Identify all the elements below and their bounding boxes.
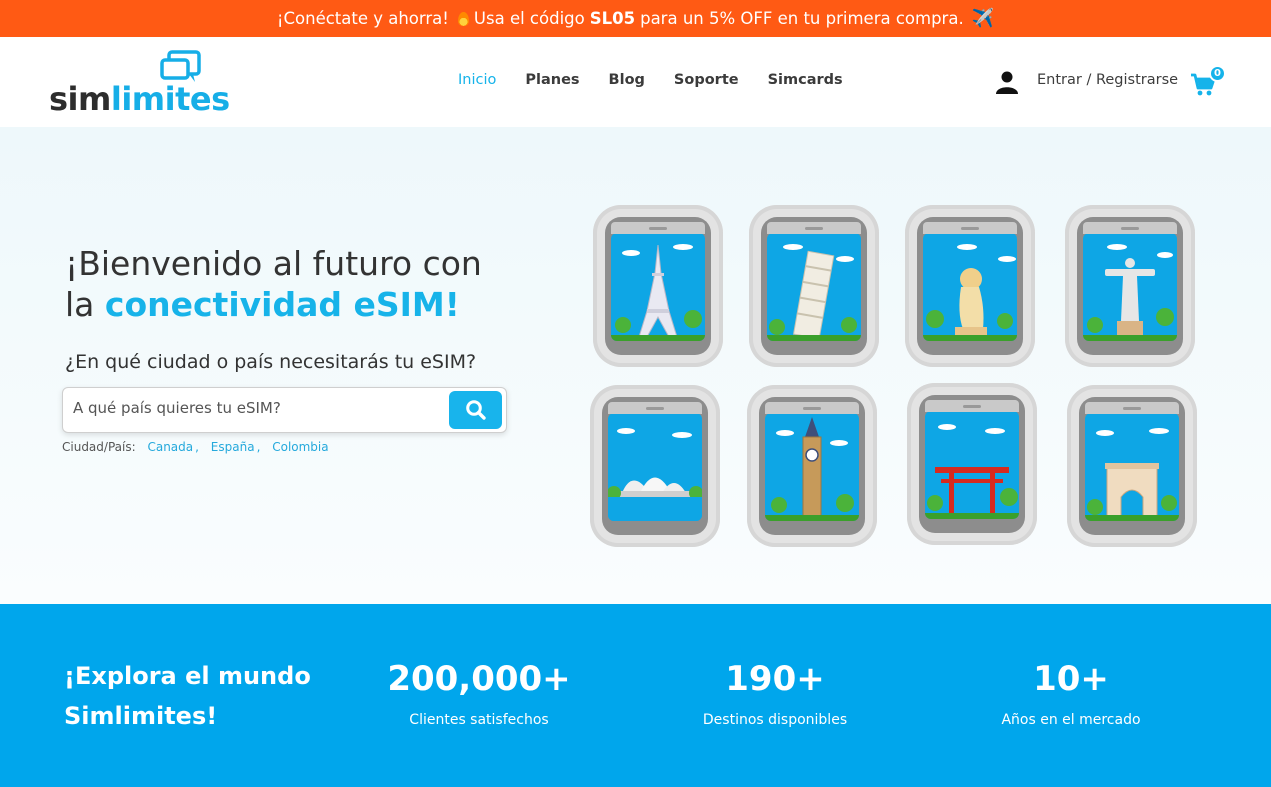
stat-value: 190+ bbox=[725, 659, 825, 699]
nav-item-soporte[interactable]: Soporte bbox=[674, 72, 739, 88]
stats-heading-line2: Simlimites! bbox=[64, 702, 218, 730]
hero-section: ¡Bienvenido al futuro con la conectivida… bbox=[0, 127, 1271, 604]
promo-text-start: ¡Conéctate y ahorra! bbox=[276, 9, 449, 28]
arc-de-triomphe-icon bbox=[1085, 428, 1179, 521]
stat-label: Clientes satisfechos bbox=[409, 712, 549, 728]
window-eiffel-tower bbox=[593, 205, 723, 367]
country-search bbox=[62, 387, 507, 433]
hero-title-highlight: conectividad eSIM! bbox=[104, 285, 460, 324]
suggested-cities: Ciudad/País: Canada, España, Colombia bbox=[62, 440, 329, 454]
nav-item-planes[interactable]: Planes bbox=[525, 72, 579, 88]
stats-section: ¡Explora el mundo Simlimites! 200,000+ C… bbox=[0, 604, 1271, 787]
logo[interactable]: simlimites bbox=[49, 50, 230, 118]
nav-item-inicio[interactable]: Inicio bbox=[458, 72, 496, 88]
promo-text-middle: Usa el código bbox=[473, 9, 585, 28]
eiffel-tower-icon bbox=[611, 244, 705, 341]
user-icon[interactable] bbox=[995, 70, 1019, 94]
main-nav: Inicio Planes Blog Soporte Simcards bbox=[458, 72, 843, 88]
city-link-canada[interactable]: Canada bbox=[147, 440, 193, 454]
christ-redeemer-icon bbox=[1083, 244, 1177, 341]
promo-text-end: para un 5% OFF en tu primera compra. bbox=[640, 9, 964, 28]
stat-label: Años en el mercado bbox=[1001, 712, 1141, 728]
window-arc-de-triomphe bbox=[1067, 385, 1197, 547]
merlion-icon bbox=[923, 244, 1017, 341]
stat-years: 10+ Años en el mercado bbox=[951, 658, 1191, 728]
big-ben-icon bbox=[765, 417, 859, 521]
cart-count-badge: 0 bbox=[1209, 65, 1226, 82]
search-icon bbox=[465, 400, 486, 420]
window-leaning-tower bbox=[749, 205, 879, 367]
stat-clients: 200,000+ Clientes satisfechos bbox=[359, 658, 599, 728]
promo-code: SL05 bbox=[589, 9, 636, 28]
airplane-icon: ✈️ bbox=[971, 8, 995, 29]
city-link-espana[interactable]: España bbox=[211, 440, 255, 454]
nav-item-blog[interactable]: Blog bbox=[609, 72, 645, 88]
logo-text-limites: limites bbox=[110, 80, 230, 118]
logo-text: simlimites bbox=[49, 80, 230, 118]
logo-text-sim: sim bbox=[49, 80, 111, 118]
stat-destinations: 190+ Destinos disponibles bbox=[655, 658, 895, 728]
nav-item-simcards[interactable]: Simcards bbox=[768, 72, 843, 88]
window-torii-gate bbox=[907, 383, 1037, 545]
country-search-input[interactable] bbox=[73, 399, 443, 417]
fire-icon bbox=[457, 11, 469, 26]
hero-title-line2-prefix: la bbox=[65, 285, 95, 324]
window-sydney-opera bbox=[590, 385, 720, 547]
hero-title-line1: ¡Bienvenido al futuro con bbox=[65, 244, 482, 283]
window-christ-redeemer bbox=[1065, 205, 1195, 367]
torii-gate-icon bbox=[925, 424, 1019, 519]
stats-heading-line1: ¡Explora el mundo bbox=[64, 662, 311, 690]
city-link-colombia[interactable]: Colombia bbox=[272, 440, 328, 454]
sydney-opera-icon bbox=[608, 428, 702, 521]
destination-windows bbox=[590, 205, 1200, 550]
cities-label: Ciudad/País: bbox=[62, 440, 136, 454]
login-register-link[interactable]: Entrar / Registrarse bbox=[1037, 72, 1178, 88]
search-button[interactable] bbox=[449, 391, 502, 429]
cart-button[interactable]: 0 bbox=[1190, 65, 1226, 97]
window-merlion bbox=[905, 205, 1035, 367]
leaning-tower-icon bbox=[767, 244, 861, 341]
site-header: simlimites Inicio Planes Blog Soporte Si… bbox=[0, 37, 1271, 127]
window-big-ben bbox=[747, 385, 877, 547]
stats-heading: ¡Explora el mundo Simlimites! bbox=[64, 656, 324, 736]
stat-value: 10+ bbox=[1033, 659, 1109, 699]
promo-banner: ¡Conéctate y ahorra! Usa el código SL05 … bbox=[0, 0, 1271, 37]
hero-question: ¿En qué ciudad o país necesitarás tu eSI… bbox=[65, 351, 477, 373]
stat-label: Destinos disponibles bbox=[702, 712, 848, 728]
hero-title: ¡Bienvenido al futuro con la conectivida… bbox=[65, 243, 545, 325]
stat-value: 200,000+ bbox=[387, 659, 571, 699]
